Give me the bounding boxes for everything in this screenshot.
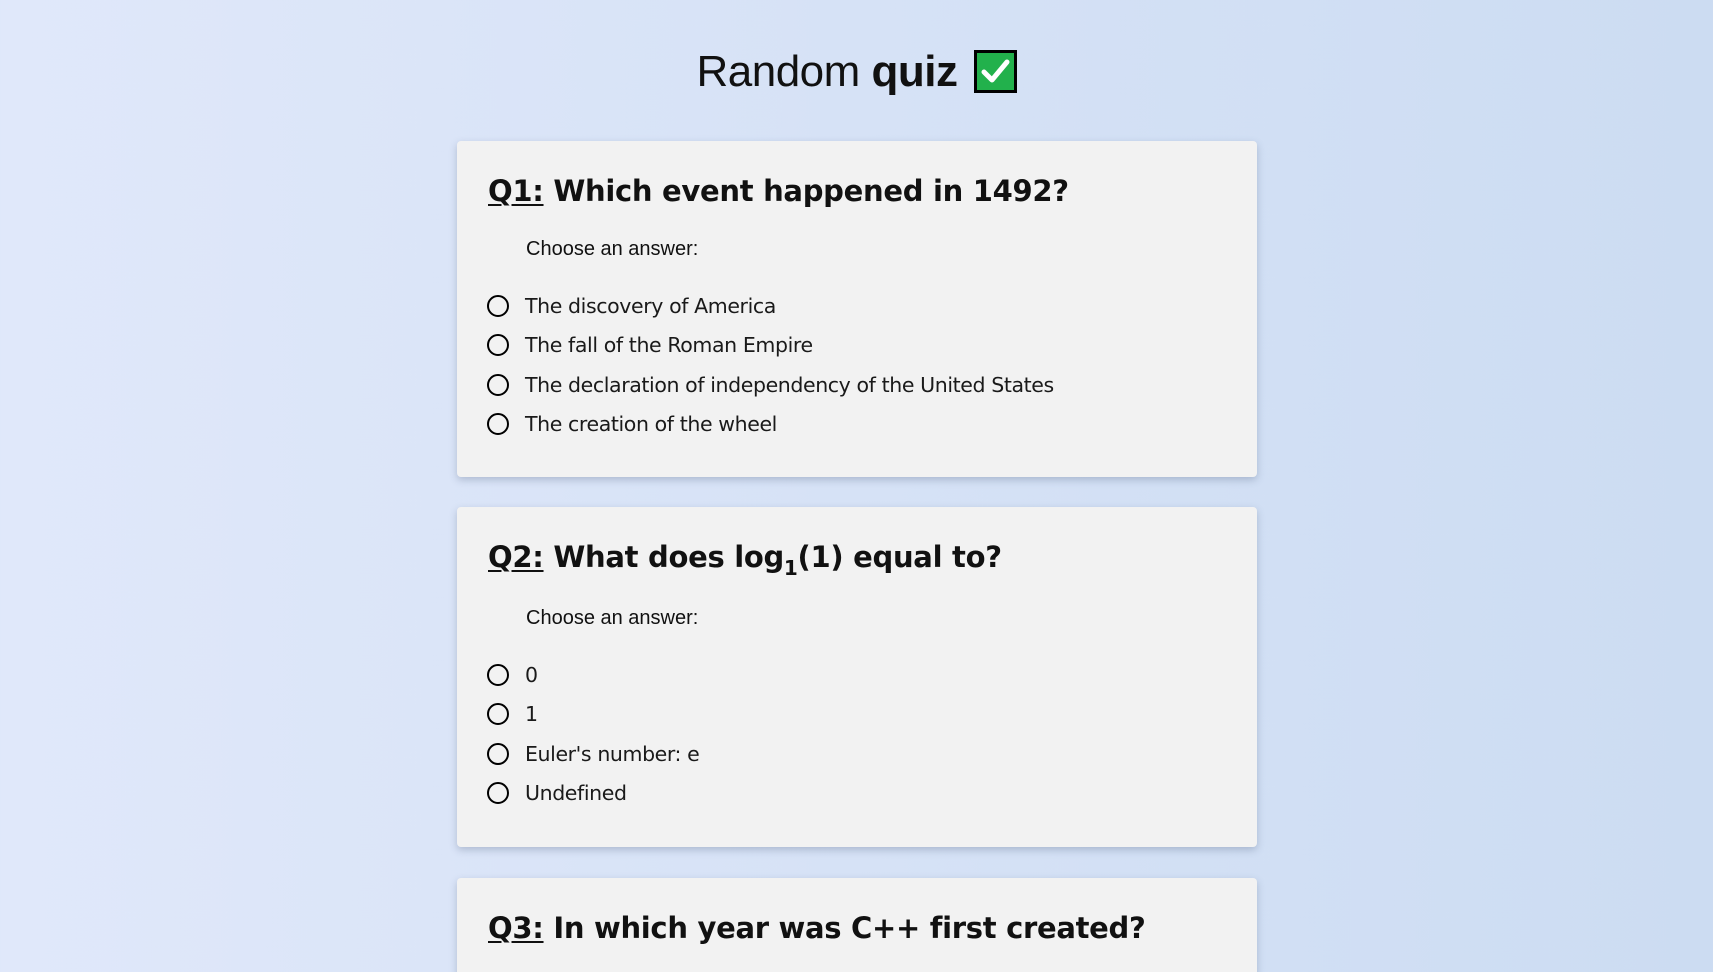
radio-button[interactable] xyxy=(487,703,509,726)
answer-option-label: Undefined xyxy=(525,781,627,806)
answer-option-label: 0 xyxy=(525,662,538,687)
answer-option[interactable]: The declaration of independency of the U… xyxy=(487,365,1257,405)
radio-button[interactable] xyxy=(487,294,509,317)
answer-option[interactable]: The discovery of America xyxy=(487,286,1257,326)
answer-option[interactable]: 1 xyxy=(487,695,1257,735)
question-heading: Q1: Which event happened in 1492? xyxy=(488,141,1257,209)
page-title: Random quiz xyxy=(0,44,1713,100)
radio-button[interactable] xyxy=(487,373,509,396)
question-card-2: Q2: What does log1(1) equal to? Choose a… xyxy=(457,507,1257,847)
answer-list: The discovery of America The fall of the… xyxy=(487,286,1257,445)
radio-button[interactable] xyxy=(487,782,509,805)
question-heading: Q3: In which year was C++ first created? xyxy=(488,878,1257,946)
answer-option[interactable]: 0 xyxy=(487,655,1257,695)
question-text: Which event happened in 1492? xyxy=(553,174,1069,208)
answer-option[interactable]: The creation of the wheel xyxy=(487,405,1257,445)
answer-option-label: 1 xyxy=(525,702,538,727)
question-text-before: What does log xyxy=(553,540,784,574)
answer-option[interactable]: The fall of the Roman Empire xyxy=(487,326,1257,366)
answer-option-label: The declaration of independency of the U… xyxy=(525,372,1054,397)
answer-prompt: Choose an answer: xyxy=(526,607,699,629)
answer-option-label: The creation of the wheel xyxy=(525,412,777,437)
answer-list: 0 1 Euler's number: e Undefined xyxy=(487,655,1257,814)
answer-option[interactable]: Undefined xyxy=(487,774,1257,814)
question-text-after: (1) equal to? xyxy=(797,540,1002,574)
question-text: In which year was C++ first created? xyxy=(553,911,1146,945)
question-card-3: Q3: In which year was C++ first created? xyxy=(457,878,1257,972)
check-mark-button-icon xyxy=(973,50,1017,93)
radio-button[interactable] xyxy=(487,742,509,765)
answer-option-label: The discovery of America xyxy=(525,293,776,318)
question-text-subscript: 1 xyxy=(783,556,798,580)
page-title-regular: Random xyxy=(696,47,860,96)
answer-option-label: Euler's number: e xyxy=(525,741,700,766)
answer-option[interactable]: Euler's number: e xyxy=(487,734,1257,774)
question-text: What does log1(1) equal to? xyxy=(553,540,1002,580)
question-number: Q2: xyxy=(488,540,544,574)
page-title-bold: quiz xyxy=(871,47,958,96)
question-card-1: Q1: Which event happened in 1492? Choose… xyxy=(457,141,1257,477)
answer-prompt: Choose an answer: xyxy=(526,238,699,260)
radio-button[interactable] xyxy=(487,334,509,357)
answer-option-label: The fall of the Roman Empire xyxy=(525,333,813,358)
radio-button[interactable] xyxy=(487,663,509,686)
question-heading: Q2: What does log1(1) equal to? xyxy=(488,507,1257,580)
question-number: Q3: xyxy=(488,911,544,945)
question-number: Q1: xyxy=(488,174,544,208)
radio-button[interactable] xyxy=(487,413,509,436)
